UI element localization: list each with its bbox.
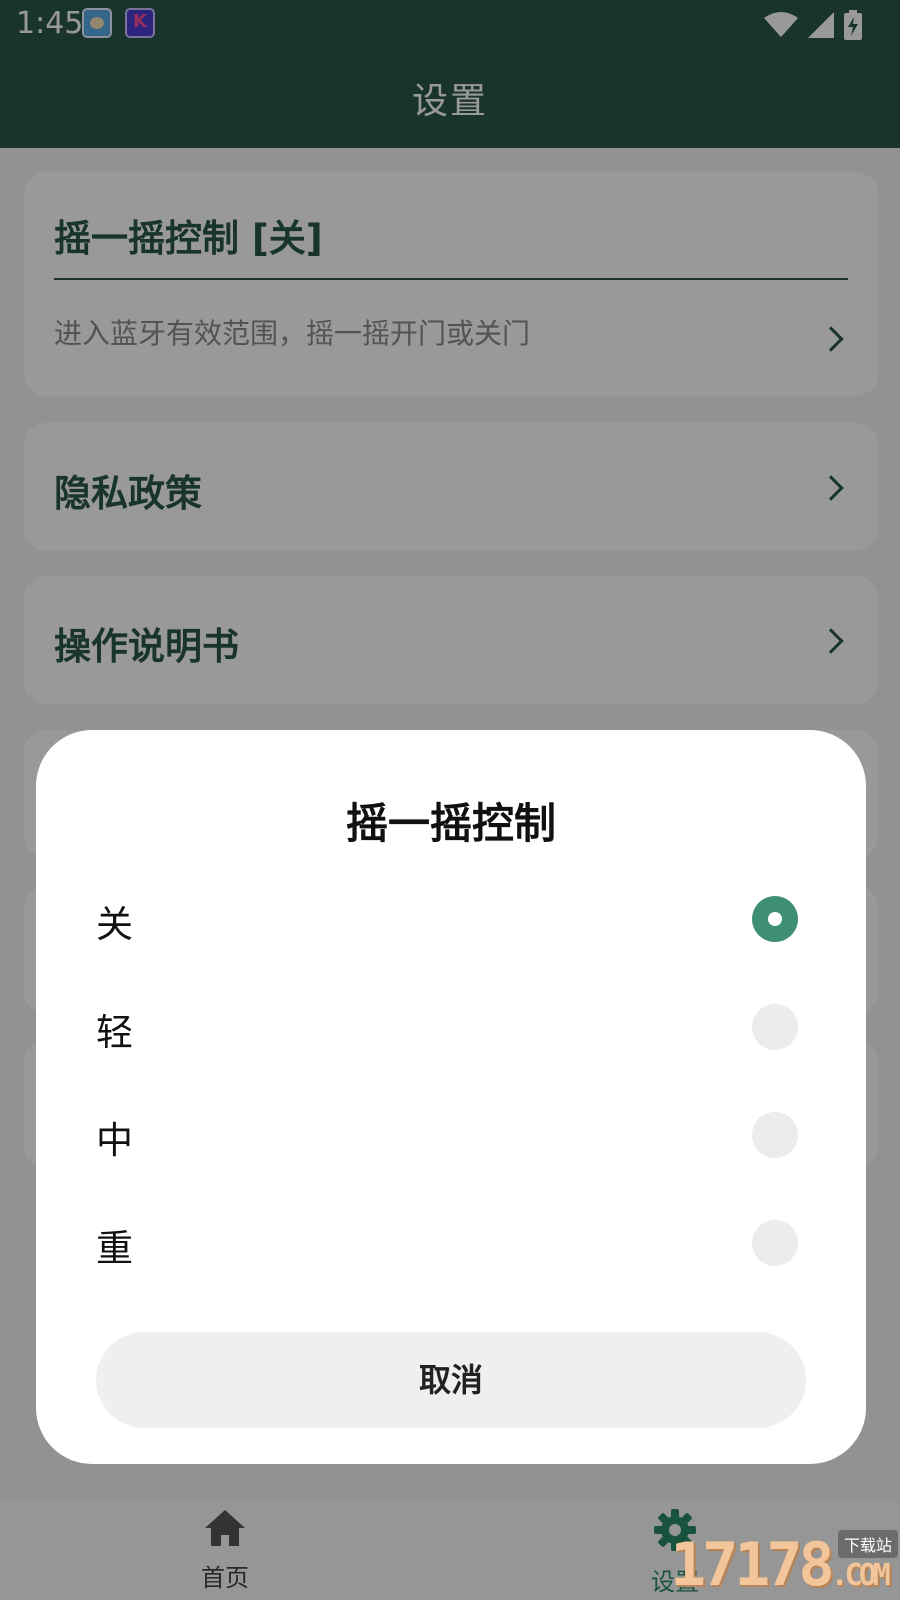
option-label: 关 [96, 903, 133, 946]
option-off[interactable]: 关 [36, 866, 866, 974]
option-light[interactable]: 轻 [36, 974, 866, 1082]
shake-level-dialog: 摇一摇控制 关 轻 中 重 取消 [36, 730, 866, 1464]
radio-button[interactable] [752, 1112, 798, 1158]
option-label: 轻 [96, 1011, 133, 1054]
dialog-title: 摇一摇控制 [345, 799, 556, 848]
site-watermark: 17178.COM 下载站 [670, 1528, 900, 1600]
option-label: 重 [96, 1227, 133, 1270]
option-medium[interactable]: 中 [36, 1082, 866, 1190]
option-heavy[interactable]: 重 [36, 1190, 866, 1298]
option-label: 中 [96, 1119, 133, 1162]
watermark-tag: 下载站 [837, 1530, 898, 1558]
radio-button[interactable] [752, 1220, 798, 1266]
cancel-button[interactable]: 取消 [96, 1332, 806, 1428]
radio-button-selected[interactable] [752, 896, 798, 942]
radio-button[interactable] [752, 1004, 798, 1050]
